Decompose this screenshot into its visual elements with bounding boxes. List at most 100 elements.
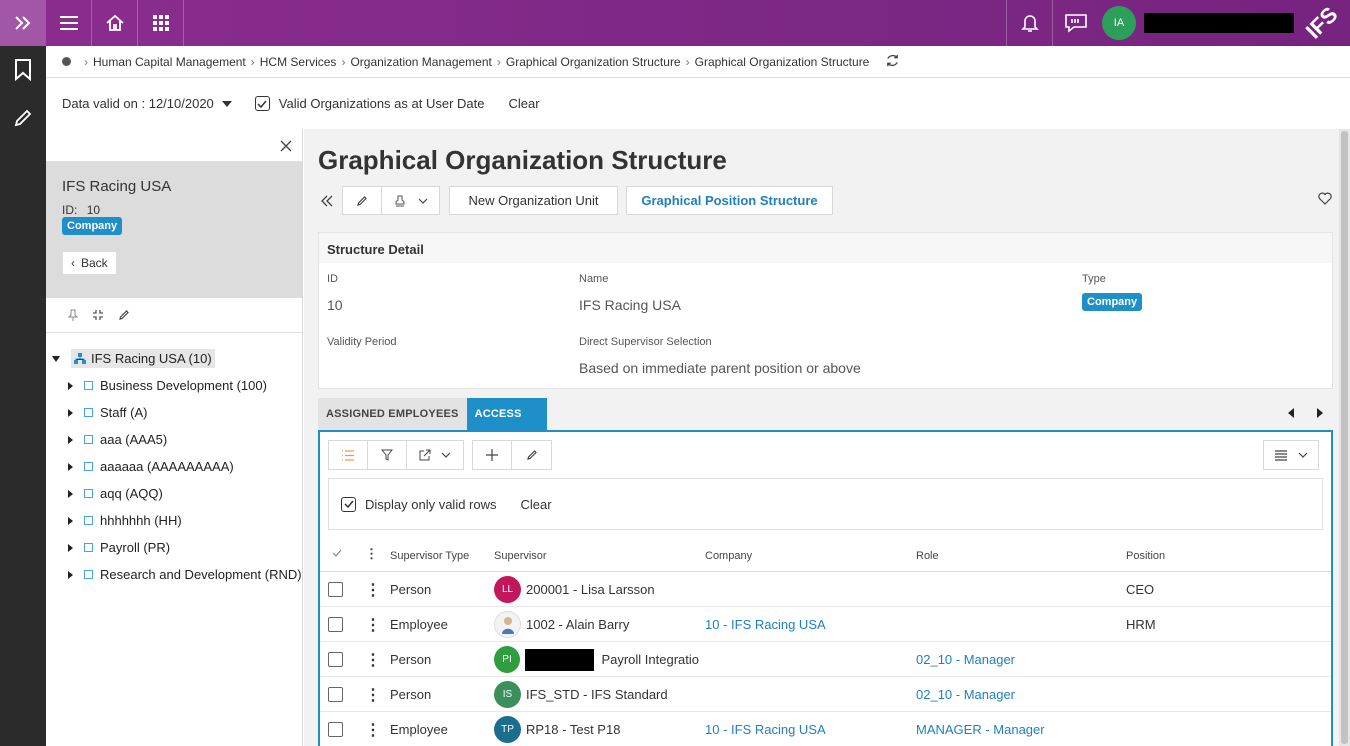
clear-filter-button[interactable]: Clear <box>508 96 539 111</box>
user-avatar[interactable]: IA <box>1102 6 1136 40</box>
column-options-kebab-icon[interactable]: ⋮ <box>365 546 378 562</box>
table-row[interactable]: ⋮ Employee 1002 - Alain Barry 10 - IFS R… <box>320 607 1331 642</box>
valid-orgs-toggle[interactable]: Valid Organizations as at User Date <box>254 96 484 111</box>
apps-button[interactable] <box>138 0 184 46</box>
column-header-supervisor-type[interactable]: Supervisor Type <box>390 550 469 562</box>
list-view-button[interactable] <box>328 440 368 470</box>
tab-scroll-right-icon[interactable] <box>1316 408 1323 418</box>
main-scrollbar[interactable] <box>1339 129 1350 746</box>
data-valid-on-dropdown[interactable]: Data valid on : 12/10/2020 <box>62 96 232 111</box>
column-header-position[interactable]: Position <box>1126 550 1165 562</box>
bookmark-button[interactable] <box>0 46 46 94</box>
tree-node[interactable]: aaa (AAA5) <box>46 426 302 453</box>
navigator-search[interactable] <box>46 129 302 162</box>
caret-right-icon[interactable] <box>68 462 73 471</box>
tab-access[interactable]: ACCESS <box>466 398 547 430</box>
caret-right-icon[interactable] <box>68 408 73 417</box>
row-checkbox[interactable] <box>328 722 343 737</box>
caret-right-icon[interactable] <box>68 381 73 390</box>
chevron-right-icon: › <box>341 54 346 69</box>
favorite-button[interactable] <box>1318 192 1332 208</box>
add-row-button[interactable] <box>472 440 512 470</box>
tab-assigned-employees[interactable]: ASSIGNED EMPLOYEES <box>318 398 467 430</box>
caret-right-icon[interactable] <box>68 570 73 579</box>
tree-node[interactable]: Payroll (PR) <box>46 534 302 561</box>
notifications-button[interactable] <box>1006 0 1052 46</box>
row-select[interactable] <box>328 572 343 607</box>
collapse-navigator-button[interactable] <box>314 186 340 215</box>
expand-collapse-icon[interactable] <box>92 309 104 321</box>
expand-navigation-button[interactable] <box>0 0 46 46</box>
actions-dropdown-button[interactable] <box>382 186 440 215</box>
grid-filter-clear-button[interactable]: Clear <box>521 497 552 512</box>
role-link[interactable]: 02_10 - Manager <box>916 677 1015 712</box>
company-link[interactable]: 10 - IFS Racing USA <box>705 712 826 746</box>
table-row[interactable]: ⋮ Employee TP RP18 - Test P18 10 - IFS R… <box>320 712 1331 746</box>
company-link[interactable]: 10 - IFS Racing USA <box>705 607 826 642</box>
filter-button[interactable] <box>368 440 407 470</box>
row-actions-kebab-icon[interactable]: ⋮ <box>365 572 381 607</box>
breadcrumb-item[interactable]: Organization Management <box>350 55 491 69</box>
row-select[interactable] <box>328 607 343 642</box>
tab-scroll-left-icon[interactable] <box>1288 408 1295 418</box>
row-checkbox[interactable] <box>328 652 343 667</box>
table-row[interactable]: ⋮ Person PI Payroll Integratio 02_10 - M… <box>320 642 1331 677</box>
tree-node[interactable]: hhhhhhh (HH) <box>46 507 302 534</box>
table-row[interactable]: ⋮ Person LL 200001 - Lisa Larsson CEO <box>320 572 1331 607</box>
caret-down-icon[interactable] <box>52 355 60 362</box>
row-actions-kebab-icon[interactable]: ⋮ <box>365 677 381 712</box>
close-icon[interactable] <box>280 140 292 152</box>
pin-icon[interactable] <box>68 309 78 321</box>
role-link[interactable]: 02_10 - Manager <box>916 642 1015 677</box>
tree-node[interactable]: Business Development (100) <box>46 372 302 399</box>
row-select[interactable] <box>328 677 343 712</box>
row-actions-kebab-icon[interactable]: ⋮ <box>365 607 381 642</box>
table-row[interactable]: ⋮ Person IS IFS_STD - IFS Standard 02_10… <box>320 677 1331 712</box>
caret-right-icon[interactable] <box>68 543 73 552</box>
row-checkbox[interactable] <box>328 687 343 702</box>
row-actions-kebab-icon[interactable]: ⋮ <box>365 642 381 677</box>
column-header-supervisor[interactable]: Supervisor <box>494 550 547 562</box>
density-dropdown-button[interactable] <box>1263 440 1319 470</box>
scrollbar-thumb[interactable] <box>1341 131 1348 744</box>
home-button[interactable] <box>92 0 138 46</box>
row-select[interactable] <box>328 642 343 677</box>
back-button[interactable]: ‹ Back <box>62 251 117 275</box>
caret-right-icon[interactable] <box>68 516 73 525</box>
menu-button[interactable] <box>46 0 92 46</box>
valid-rows-checkbox[interactable] <box>341 496 356 512</box>
row-select[interactable] <box>328 712 343 746</box>
breadcrumb-item[interactable]: Human Capital Management <box>93 55 246 69</box>
edit-page-button[interactable] <box>0 94 46 142</box>
breadcrumb-item[interactable]: HCM Services <box>260 55 337 69</box>
list-icon <box>342 449 354 461</box>
column-header-company[interactable]: Company <box>705 550 752 562</box>
row-checkbox[interactable] <box>328 582 343 597</box>
graphical-position-structure-button[interactable]: Graphical Position Structure <box>626 186 833 215</box>
tree-node[interactable]: aaaaaa (AAAAAAAAA) <box>46 453 302 480</box>
grid-filter-box: Display only valid rows Clear <box>328 478 1323 530</box>
pencil-icon[interactable] <box>118 309 130 321</box>
user-name-redacted[interactable] <box>1144 13 1294 33</box>
feedback-button[interactable] <box>1052 0 1098 46</box>
caret-right-icon[interactable] <box>68 489 73 498</box>
column-header-role[interactable]: Role <box>916 550 939 562</box>
edit-button[interactable] <box>342 186 382 215</box>
tree-node-root[interactable]: IFS Racing USA (10) <box>46 345 302 372</box>
new-organization-unit-button[interactable]: New Organization Unit <box>449 186 618 215</box>
tree-node[interactable]: Staff (A) <box>46 399 302 426</box>
home-dot-icon[interactable] <box>62 57 71 66</box>
refresh-button[interactable] <box>885 53 900 71</box>
tree-node[interactable]: Research and Development (RND) <box>46 561 302 588</box>
export-dropdown-button[interactable] <box>407 440 464 470</box>
tree-node[interactable]: aqq (AQQ) <box>46 480 302 507</box>
edit-row-button[interactable] <box>512 440 552 470</box>
caret-right-icon[interactable] <box>68 435 73 444</box>
role-link[interactable]: MANAGER - Manager <box>916 712 1045 746</box>
valid-orgs-checkbox[interactable] <box>254 96 270 111</box>
row-checkbox[interactable] <box>328 617 343 632</box>
breadcrumb-item[interactable]: Graphical Organization Structure <box>506 55 681 69</box>
double-chevron-left-icon <box>321 195 333 206</box>
select-all-check-icon[interactable] <box>332 548 342 560</box>
row-actions-kebab-icon[interactable]: ⋮ <box>365 712 381 746</box>
